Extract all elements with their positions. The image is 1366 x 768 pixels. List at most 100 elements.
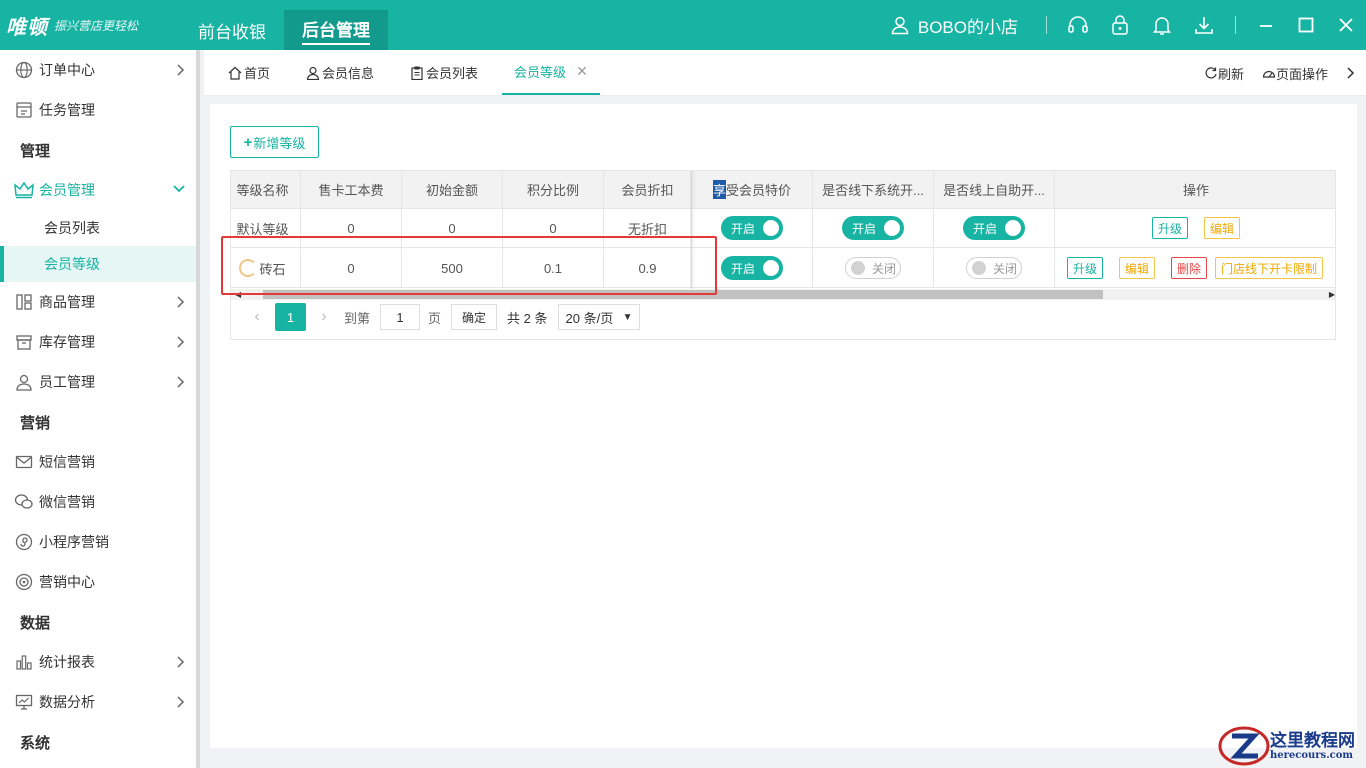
watermark-title: 这里教程网 — [1270, 730, 1355, 751]
edit-button[interactable]: 编辑 — [1204, 217, 1241, 239]
prev-page-icon[interactable]: ‹ — [245, 308, 269, 326]
close-tab-icon[interactable]: ✕ — [576, 63, 588, 80]
goods-icon — [14, 292, 34, 312]
tab-home[interactable]: 首页 — [216, 51, 282, 95]
chevron-right-icon — [177, 696, 185, 708]
main-content: + 新增等级 等级名称 售卡工本费 初始金额 积分比例 会员折扣 享受会员特价 是… — [210, 104, 1357, 748]
refresh-button[interactable]: 刷新 — [1204, 64, 1244, 83]
headset-icon[interactable] — [1067, 14, 1089, 36]
online-open-toggle[interactable]: 关闭 — [966, 257, 1022, 279]
top-tab-frontdesk[interactable]: 前台收银 — [180, 10, 284, 50]
chevron-right-icon — [177, 656, 185, 668]
sidebar-item-label: 商品管理 — [39, 294, 95, 310]
online-open-cell: 开启 — [934, 209, 1055, 247]
sidebar-item-analysis[interactable]: 数据分析 — [0, 682, 196, 722]
offline-open-cell: 开启 — [813, 209, 934, 247]
user-icon — [891, 16, 909, 35]
sidebar-item-staff[interactable]: 员工管理 — [0, 362, 196, 402]
sidebar: 订单中心 任务管理 管理 会员管理 会员列表 会员等级 商品管理 库存管理 员工… — [0, 50, 200, 768]
top-bar: 唯顿 振兴营店更轻松 前台收银 后台管理 BOBO的小店 — [0, 0, 1366, 50]
sidebar-item-sms[interactable]: 短信营销 — [0, 442, 196, 482]
tab-label: 会员列表 — [426, 66, 479, 81]
sidebar-item-orders[interactable]: 订单中心 — [0, 50, 196, 90]
staff-icon — [14, 372, 34, 392]
minimize-icon — [1260, 25, 1272, 27]
upgrade-button[interactable]: 升级 — [1067, 257, 1104, 279]
tab-member-levels[interactable]: 会员等级 ✕ — [502, 51, 600, 95]
sidebar-subitem-member-list[interactable]: 会员列表 — [0, 210, 196, 246]
edit-button[interactable]: 编辑 — [1119, 257, 1156, 279]
online-open-toggle[interactable]: 开启 — [963, 216, 1025, 240]
scroll-right-arrow-icon[interactable]: ▶ — [1329, 290, 1335, 299]
delete-button[interactable]: 删除 — [1171, 257, 1208, 279]
offline-open-toggle[interactable]: 开启 — [842, 216, 904, 240]
toggle-knob — [851, 261, 865, 275]
pagination: ‹ 1 › 到第 1 页 确定 共 2 条 20 条/页 ▼ — [245, 303, 640, 331]
store-switcher[interactable]: BOBO的小店 — [890, 13, 1018, 38]
tabs-scroll-right[interactable] — [1346, 66, 1356, 80]
toggle-label: 关闭 — [872, 261, 897, 276]
special-price-toggle[interactable]: 开启 — [721, 216, 783, 240]
actions-cell: 升级 编辑 — [1055, 209, 1335, 247]
crown-icon — [14, 180, 34, 200]
table-header: 等级名称 售卡工本费 初始金额 积分比例 会员折扣 享受会员特价 是否线下系统开… — [231, 171, 1335, 209]
toggle-knob — [763, 220, 779, 236]
page-operations-button[interactable]: 页面操作 — [1262, 64, 1328, 83]
sidebar-item-label: 微信营销 — [39, 494, 95, 510]
add-level-button[interactable]: + 新增等级 — [230, 126, 319, 158]
page-size-select[interactable]: 20 条/页 ▼ — [557, 304, 640, 330]
actions-cell: 升级 编辑 删除 门店线下开卡限制 — [1055, 249, 1335, 287]
gauge-icon — [1262, 70, 1276, 78]
bar-chart-icon — [14, 652, 34, 672]
tab-member-info[interactable]: 会员信息 — [294, 51, 386, 95]
toggle-knob — [972, 261, 986, 275]
sidebar-item-goods[interactable]: 商品管理 — [0, 282, 196, 322]
page-tabs-bar: 首页 会员信息 会员列表 会员等级 ✕ 刷新 页面操作 — [204, 50, 1366, 96]
logo-slogan: 振兴营店更轻松 — [54, 18, 139, 33]
offline-card-limit-button[interactable]: 门店线下开卡限制 — [1215, 257, 1324, 279]
chevron-right-icon — [177, 336, 185, 348]
sidebar-subitem-member-levels[interactable]: 会员等级 — [0, 246, 196, 282]
column-header-rest: 受会员特价 — [726, 183, 792, 198]
sidebar-item-label: 库存管理 — [39, 334, 95, 350]
sidebar-item-miniprogram[interactable]: 小程序营销 — [0, 522, 196, 562]
analysis-icon — [14, 692, 34, 712]
toggle-knob — [884, 220, 900, 236]
sidebar-item-wechat[interactable]: 微信营销 — [0, 482, 196, 522]
wechat-icon — [14, 492, 34, 512]
column-header: 会员折扣 — [604, 171, 692, 208]
goto-confirm-button[interactable]: 确定 — [451, 304, 498, 330]
online-open-cell: 关闭 — [934, 249, 1055, 287]
sidebar-item-label: 统计报表 — [39, 654, 95, 670]
target-icon — [14, 572, 34, 592]
lock-icon[interactable] — [1109, 14, 1131, 36]
bell-icon[interactable] — [1151, 14, 1173, 36]
top-tab-backend[interactable]: 后台管理 — [284, 10, 388, 50]
maximize-button[interactable] — [1286, 0, 1326, 50]
watermark-url: herecours.com — [1270, 749, 1354, 761]
toggle-knob — [1005, 220, 1021, 236]
minimize-button[interactable] — [1246, 0, 1286, 50]
watermark: 这里教程网 herecours.com — [1218, 724, 1366, 768]
sidebar-item-tasks[interactable]: 任务管理 — [0, 90, 196, 130]
sidebar-item-label: 员工管理 — [39, 374, 95, 390]
refresh-icon — [1205, 67, 1217, 79]
goto-page-input[interactable]: 1 — [380, 304, 421, 330]
sidebar-item-inventory[interactable]: 库存管理 — [0, 322, 196, 362]
column-header: 售卡工本费 — [301, 171, 402, 208]
page-unit-label: 页 — [428, 310, 442, 326]
current-page[interactable]: 1 — [275, 303, 306, 331]
upgrade-button[interactable]: 升级 — [1151, 217, 1188, 239]
next-page-icon[interactable]: › — [312, 308, 336, 326]
tab-label: 会员等级 — [514, 65, 567, 80]
sidebar-item-label: 任务管理 — [39, 102, 95, 118]
offline-open-toggle[interactable]: 关闭 — [845, 257, 901, 279]
sidebar-item-members[interactable]: 会员管理 — [0, 170, 196, 210]
special-price-toggle[interactable]: 开启 — [721, 256, 783, 280]
offline-open-cell: 关闭 — [813, 249, 934, 287]
download-icon[interactable] — [1193, 14, 1215, 36]
sidebar-item-marketing-center[interactable]: 营销中心 — [0, 562, 196, 602]
sidebar-item-reports[interactable]: 统计报表 — [0, 642, 196, 682]
close-button[interactable] — [1326, 0, 1366, 50]
tab-member-list[interactable]: 会员列表 — [398, 51, 490, 95]
